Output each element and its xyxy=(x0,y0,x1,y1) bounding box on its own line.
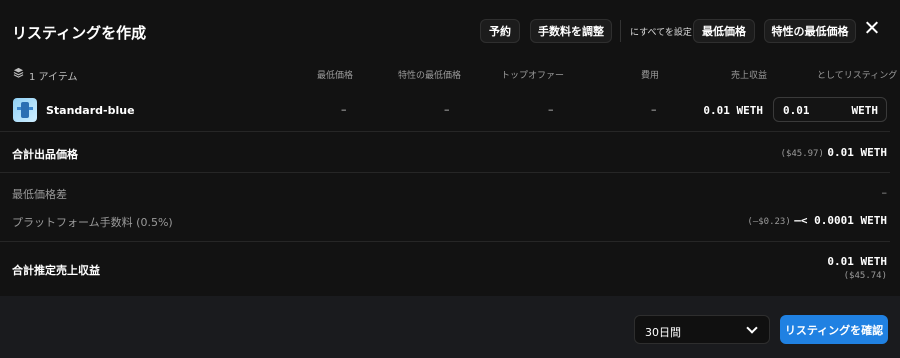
header-divider xyxy=(620,20,621,42)
duration-select[interactable]: 30日間 xyxy=(634,315,770,344)
col-floor-price: 最低価格 xyxy=(317,71,354,81)
confirm-listing-button[interactable]: リスティングを確認 xyxy=(780,315,888,344)
reserve-button[interactable]: 予約 xyxy=(480,19,520,43)
modal-title: リスティングを作成 xyxy=(12,24,147,42)
chevron-down-icon xyxy=(746,322,758,334)
platform-fee-value: –< 0.0001 WETH xyxy=(794,214,887,227)
platform-fee-usd: (–$0.23) xyxy=(747,217,791,227)
floor-diff-label: 最低価格差 xyxy=(12,188,67,201)
est-proceeds-usd: ($45.74) xyxy=(843,271,887,281)
col-top-offer: トップオファー xyxy=(501,71,565,81)
listing-price-value[interactable]: 0.01 xyxy=(783,104,810,117)
total-listing-label: 合計出品価格 xyxy=(12,148,78,161)
est-proceeds-label: 合計推定売上収益 xyxy=(12,264,100,277)
col-cost: 費用 xyxy=(641,71,660,81)
duration-value: 30日間 xyxy=(645,326,681,339)
set-trait-floor-button[interactable]: 特性の最低価格 xyxy=(764,19,856,43)
col-list-as: としてリスティング xyxy=(817,71,898,81)
item-name: Standard-blue xyxy=(46,104,135,117)
close-icon[interactable] xyxy=(862,18,882,38)
divider xyxy=(0,241,890,242)
est-proceeds-value: 0.01 WETH xyxy=(827,255,887,268)
item-count: 1 アイテム xyxy=(29,72,78,83)
create-listing-modal: リスティングを作成 予約 手数料を調整 にすべてを設定 最低価格 特性の最低価格… xyxy=(0,0,900,358)
item-proceeds: 0.01 WETH xyxy=(703,104,763,117)
floor-diff-value: – xyxy=(881,186,888,199)
total-listing-usd: ($45.97) xyxy=(780,149,824,159)
total-listing-value-group: ($45.97) 0.01 WETH xyxy=(781,146,887,159)
set-floor-price-button[interactable]: 最低価格 xyxy=(693,19,755,43)
platform-fee-group: (–$0.23) –< 0.0001 WETH xyxy=(747,214,887,227)
set-all-label: にすべてを設定 xyxy=(630,28,692,38)
listing-price-input[interactable]: 0.01 WETH xyxy=(773,97,887,122)
modal-header: リスティングを作成 予約 手数料を調整 にすべてを設定 最低価格 特性の最低価格 xyxy=(0,0,900,60)
item-cost: – xyxy=(651,103,657,116)
divider xyxy=(0,131,890,132)
col-proceeds: 売上収益 xyxy=(731,71,768,81)
item-top-offer: – xyxy=(548,103,554,116)
platform-fee-label: プラットフォーム手数料 (0.5%) xyxy=(12,216,173,229)
item-trait-floor: – xyxy=(444,103,450,116)
listing-price-currency: WETH xyxy=(851,104,879,117)
col-trait-floor: 特性の最低価格 xyxy=(398,71,462,81)
item-thumbnail xyxy=(13,98,37,122)
layers-icon xyxy=(13,67,24,78)
total-listing-value: 0.01 WETH xyxy=(827,146,887,159)
divider xyxy=(0,172,890,173)
adjust-fee-button[interactable]: 手数料を調整 xyxy=(530,19,612,43)
item-floor-price: – xyxy=(341,103,347,116)
